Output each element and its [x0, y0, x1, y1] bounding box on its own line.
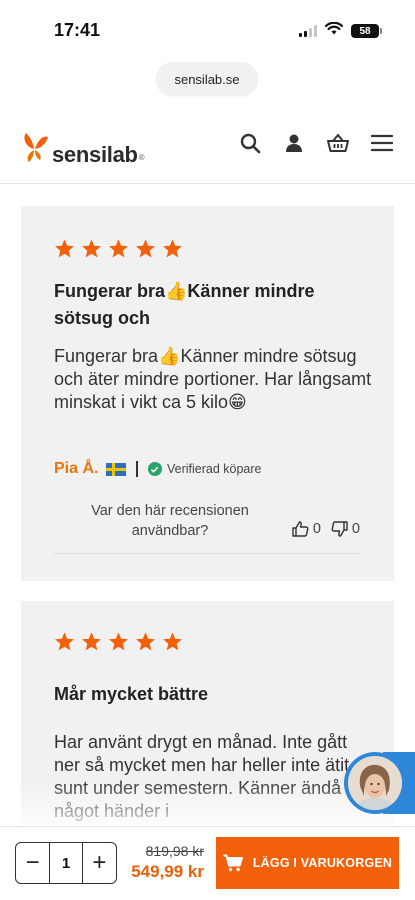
status-time: 17:41	[54, 20, 101, 40]
quantity-input[interactable]: 1	[49, 843, 83, 883]
battery-icon: 58	[351, 24, 382, 38]
basket-icon[interactable]	[327, 132, 349, 154]
add-to-cart-bar: − 1 + 819,98 kr 549,99 kr LÄGG I VARUKOR…	[0, 826, 415, 900]
butterfly-logo-icon	[24, 133, 48, 162]
site-header: sensilab ®	[0, 112, 415, 184]
star-icon	[109, 239, 128, 258]
signal-icon	[299, 25, 317, 37]
price-block: 819,98 kr 549,99 kr	[128, 842, 204, 884]
star-icon	[163, 239, 182, 258]
star-icon	[82, 239, 101, 258]
thumbs-up-button[interactable]: 0	[292, 521, 321, 537]
thumbs-up-icon	[292, 521, 309, 537]
star-icon	[109, 632, 128, 651]
helpful-section: Var den här recensionen användbar? 0 0	[54, 499, 360, 554]
thumbs-down-count: 0	[351, 521, 360, 537]
chat-agent-avatar	[348, 756, 402, 810]
divider	[136, 461, 138, 477]
star-icon	[55, 632, 74, 651]
thumbs-up-count: 0	[312, 521, 321, 537]
star-icon	[82, 632, 101, 651]
thumbs-down-button[interactable]: 0	[331, 521, 360, 537]
header-actions	[239, 132, 393, 154]
quantity-increase-button[interactable]: +	[83, 843, 116, 883]
search-icon[interactable]	[239, 132, 261, 154]
logo-registered-mark: ®	[138, 152, 145, 162]
quantity-decrease-button[interactable]: −	[16, 843, 49, 883]
swedish-flag-icon	[106, 462, 127, 476]
url-text: sensilab.se	[174, 71, 240, 87]
star-icon	[136, 239, 155, 258]
user-icon[interactable]	[283, 132, 305, 154]
url-bar[interactable]: sensilab.se	[156, 62, 258, 96]
logo-text: sensilab	[52, 142, 138, 167]
chat-widget-button[interactable]	[344, 752, 406, 814]
review-title: Mår mycket bättre	[54, 684, 209, 704]
cart-icon	[223, 854, 243, 872]
add-to-cart-label: LÄGG I VARUKORGEN	[252, 856, 393, 870]
star-icon	[55, 239, 74, 258]
helpful-question: Var den här recensionen användbar?	[91, 503, 249, 539]
quantity-stepper: − 1 +	[15, 842, 117, 884]
reviewer-name: Pia Å.	[54, 460, 99, 477]
verified-badge: Verifierad köpare	[147, 462, 262, 476]
helpful-votes: 0 0	[286, 521, 360, 537]
check-icon	[147, 462, 162, 476]
star-icon	[136, 632, 155, 651]
original-price: 819,98 kr	[145, 843, 204, 859]
review-title: Fungerar bra👍Känner mindre sötsug och	[54, 281, 315, 328]
site-logo[interactable]: sensilab ®	[20, 126, 145, 168]
status-bar: 17:41 58	[0, 0, 415, 58]
review-body: Fungerar bra👍Känner mindre sötsug och ät…	[54, 346, 372, 412]
verified-label: Verifierad köpare	[166, 462, 262, 476]
sale-price: 549,99 kr	[131, 862, 204, 881]
thumbs-down-icon	[331, 521, 348, 537]
wifi-icon	[324, 21, 344, 40]
star-icon	[163, 632, 182, 651]
reviewer-info: Pia Å. Verifierad köpare	[54, 460, 261, 478]
add-to-cart-button[interactable]: LÄGG I VARUKORGEN	[216, 837, 399, 889]
menu-icon[interactable]	[371, 132, 393, 154]
star-rating	[54, 238, 183, 259]
status-icons: 58	[299, 21, 382, 40]
review-card: Fungerar bra👍Känner mindre sötsug och Fu…	[21, 206, 394, 581]
star-rating	[54, 631, 183, 652]
